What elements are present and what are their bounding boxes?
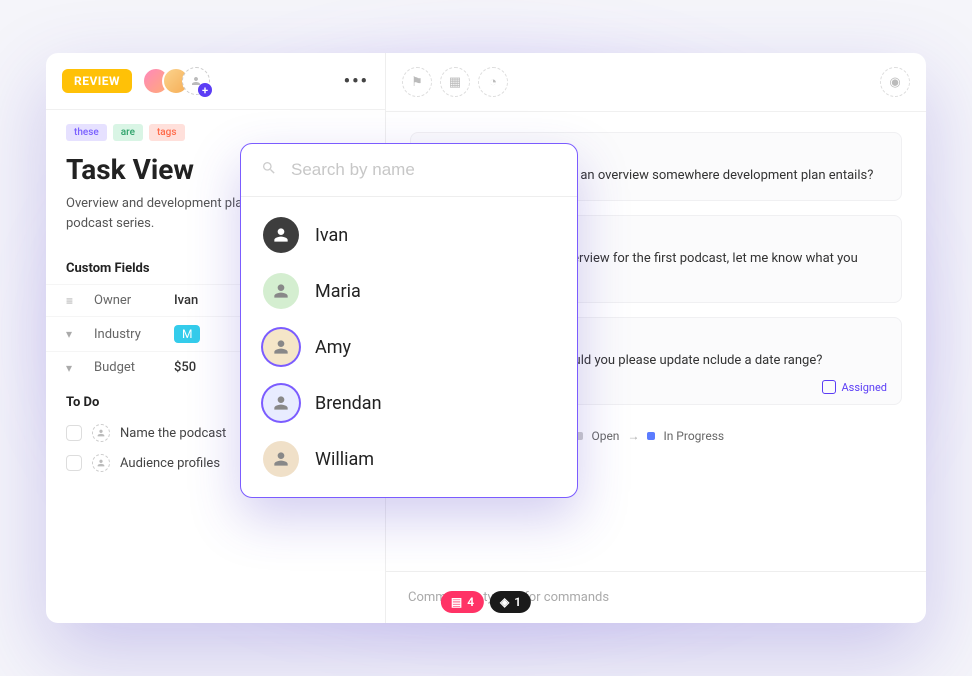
figma-badge[interactable]: ◈ 1 [490,591,531,613]
search-icon [261,160,277,180]
field-value[interactable]: Ivan [174,293,198,308]
user-option[interactable]: Amy [241,319,577,375]
status-to: In Progress [663,429,724,443]
app-window: REVIEW + ••• these are tags Task View Ov… [46,53,926,623]
tag[interactable]: these [66,124,107,141]
avatar-stack: + [142,67,210,95]
assign-icon[interactable] [92,424,110,442]
flag-icon[interactable]: ⚑ [402,67,432,97]
doc-icon: ▤ [451,595,462,609]
avatar [263,385,299,421]
add-assignee-button[interactable]: + [182,67,210,95]
user-option[interactable]: William [241,431,577,487]
calendar-icon[interactable]: ▦ [440,67,470,97]
todo-label: Audience profiles [120,456,220,471]
field-label: Industry [94,327,174,342]
field-label: Budget [94,360,174,375]
checkbox[interactable] [66,455,82,471]
user-option[interactable]: Ivan [241,207,577,263]
tags-row: these are tags [46,110,385,141]
user-name: Ivan [315,225,348,246]
field-label: Owner [94,293,174,308]
avatar [263,217,299,253]
avatar [263,273,299,309]
right-topbar: ⚑ ▦ ◔ ◉ [386,53,926,112]
assign-icon[interactable] [92,454,110,472]
assigned-badge[interactable]: Assigned [822,380,888,394]
field-value[interactable]: M [174,325,200,343]
todo-label: Name the podcast [120,426,226,441]
user-list: Ivan Maria Amy Brendan William [241,197,577,497]
field-value[interactable]: $50 [174,360,196,375]
watch-icon[interactable]: ◉ [880,67,910,97]
more-menu-button[interactable]: ••• [344,71,369,92]
avatar [263,441,299,477]
dropdown-icon: ▾ [66,361,84,375]
status-from: Open [591,429,619,443]
tag[interactable]: are [113,124,143,141]
user-name: Brendan [315,393,382,414]
user-option[interactable]: Brendan [241,375,577,431]
user-picker-dropdown: Ivan Maria Amy Brendan William [240,143,578,498]
text-icon: ≡ [66,294,84,308]
checkbox[interactable] [66,425,82,441]
user-option[interactable]: Maria [241,263,577,319]
plus-icon: + [198,83,212,97]
attachment-badge[interactable]: ▤ 4 [441,591,484,613]
figma-icon: ◈ [500,595,509,609]
dropdown-search [241,144,577,197]
avatar [263,329,299,365]
badge-count: 1 [514,595,521,609]
tag[interactable]: tags [149,124,185,141]
status-to-dot [647,432,655,440]
badge-count: 4 [467,595,474,609]
status-pill[interactable]: REVIEW [62,69,132,93]
checkbox-icon [822,380,836,394]
user-name: Maria [315,281,361,302]
user-name: William [315,449,374,470]
arrow-right-icon: → [627,429,639,443]
search-input[interactable] [291,160,557,180]
clock-icon[interactable]: ◔ [478,67,508,97]
dropdown-icon: ▾ [66,327,84,341]
bottom-badges: ▤ 4 ◈ 1 [441,591,531,613]
left-topbar: REVIEW + ••• [46,53,385,110]
user-name: Amy [315,337,351,358]
assigned-label: Assigned [842,381,888,394]
